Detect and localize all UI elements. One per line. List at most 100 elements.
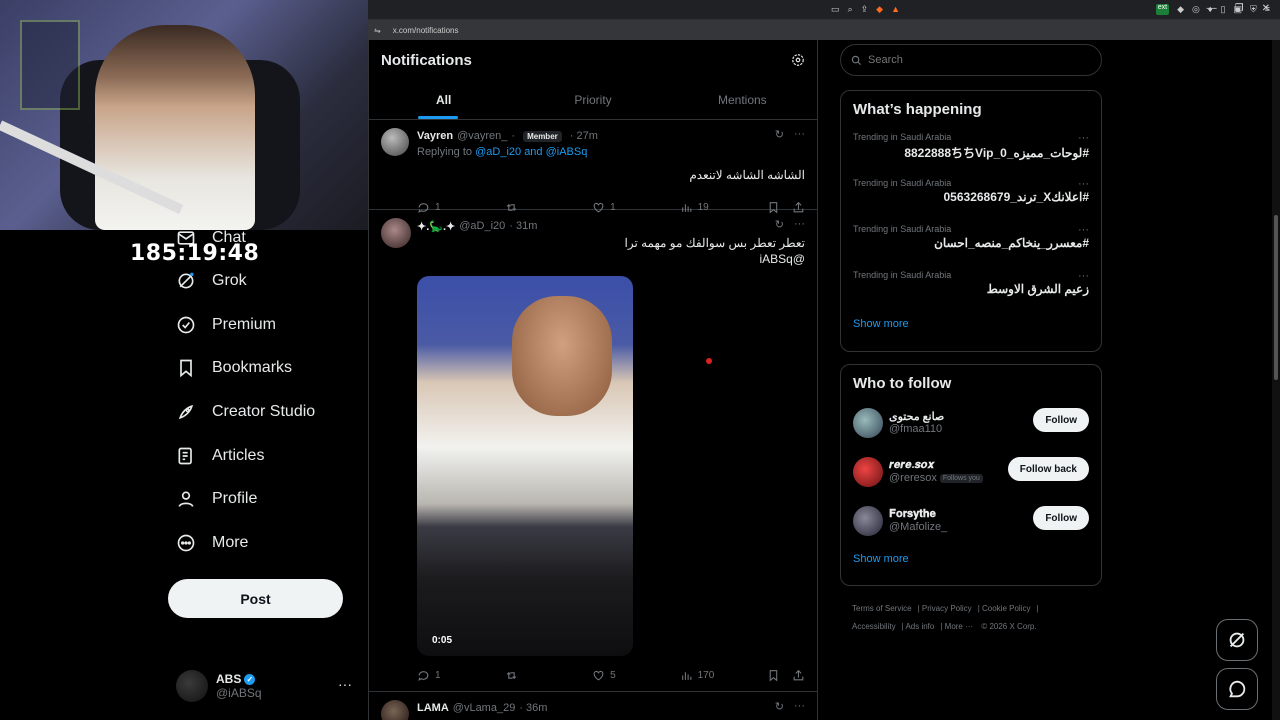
reply-prefix: Replying to: [417, 146, 473, 158]
nav-item-profile[interactable]: Profile: [176, 489, 257, 509]
post-button[interactable]: Post: [168, 579, 343, 618]
nav-item-premium[interactable]: Premium: [176, 315, 276, 335]
wallet-icon[interactable]: ▣: [1233, 4, 1242, 15]
nav-item-grok[interactable]: Grok: [176, 271, 247, 291]
avatar[interactable]: [381, 700, 409, 720]
footer-link[interactable]: Terms of Service: [852, 604, 912, 613]
search-box[interactable]: [840, 44, 1102, 76]
follow-suggestion[interactable]: صانع محتوى @fmaa110 Follow: [853, 398, 1089, 447]
more-options-icon[interactable]: ···: [1078, 224, 1089, 236]
tweet-author-name[interactable]: ✦.🦕.✦: [417, 220, 455, 233]
tweet-author-name[interactable]: Vayren: [417, 130, 453, 142]
trend-item[interactable]: Trending in Saudi Arabia #لوحات_مميزه_88…: [853, 132, 1089, 178]
avatar[interactable]: [381, 128, 409, 156]
retweet-icon: [506, 671, 516, 679]
stream-timer: 185:19:48: [130, 241, 260, 266]
tweet-time[interactable]: · 36m: [519, 702, 547, 714]
wtf-show-more-link[interactable]: Show more: [853, 553, 1089, 565]
trend-item[interactable]: Trending in Saudi Arabia #معسرر_ينخاكم_م…: [853, 224, 1089, 270]
address-bar[interactable]: ⇋ x.com/notifications: [368, 20, 1280, 40]
follow-suggestion[interactable]: 𝐅𝐨𝐫𝐬𝐲𝐭𝐡𝐞 @Mafolize_ Follow: [853, 496, 1089, 545]
brave-shield-icon[interactable]: ◆: [876, 4, 883, 15]
trend-topic: #معسرر_ينخاكم_منصه_احسان: [934, 236, 1089, 250]
tab-priority[interactable]: Priority: [518, 80, 667, 119]
reply-handles[interactable]: @aD_i20 and @iABSq: [475, 146, 587, 158]
views-button[interactable]: 170: [680, 669, 768, 682]
reply-icon: [418, 670, 429, 681]
more-options-icon[interactable]: ···: [1078, 178, 1089, 190]
tweet-author-handle[interactable]: @aD_i20: [459, 220, 505, 232]
bookmark-icon[interactable]: [767, 669, 780, 682]
menu-icon[interactable]: ≡: [1265, 4, 1270, 15]
like-button[interactable]: 5: [592, 669, 680, 682]
share-icon[interactable]: ⇪: [861, 4, 869, 15]
tweet[interactable]: ✦.🦕.✦ @aD_i20 · 31m ↻ ··· تعطر تعطر بس س…: [369, 210, 817, 692]
nav-item-label: More: [212, 534, 249, 551]
tweet-author-handle[interactable]: @vLama_29: [453, 702, 516, 714]
grok-icon[interactable]: ↻: [775, 218, 784, 231]
more-options-icon[interactable]: ···: [1078, 132, 1089, 144]
trends-title: What’s happening: [853, 101, 982, 118]
sidebar-icon[interactable]: ▯: [1221, 4, 1226, 15]
nav-item-articles[interactable]: Articles: [176, 446, 264, 466]
scrollbar-thumb[interactable]: [1274, 215, 1278, 380]
search-input[interactable]: [868, 54, 1010, 66]
account-switcher[interactable]: ABS ✓ @iABSq ···: [176, 668, 356, 704]
grok-icon[interactable]: ↻: [775, 128, 784, 141]
nav-item-creator-studio[interactable]: Creator Studio: [176, 402, 315, 422]
follow-button[interactable]: Follow: [1033, 506, 1089, 530]
footer-link[interactable]: Ads info: [905, 622, 934, 631]
avatar[interactable]: [853, 505, 883, 536]
tweet-time[interactable]: · 31m: [509, 220, 537, 232]
extension-icon[interactable]: ♦: [1208, 4, 1213, 15]
avatar[interactable]: [381, 218, 411, 248]
reply-button[interactable]: 1: [417, 669, 505, 682]
more-options-icon[interactable]: ···: [794, 128, 805, 141]
follow-button[interactable]: Follow: [1033, 408, 1089, 432]
tweet-video[interactable]: 0:05: [417, 276, 633, 656]
more-options-icon[interactable]: ···: [794, 218, 805, 231]
tweet-mention[interactable]: @iABSq: [417, 252, 805, 266]
follow-back-button[interactable]: Follow back: [1007, 457, 1089, 481]
zoom-icon[interactable]: ⌕: [848, 4, 853, 15]
more-options-icon[interactable]: ···: [794, 700, 805, 713]
trend-item[interactable]: Trending in Saudi Arabia #اعلانكX_ترند_0…: [853, 178, 1089, 224]
tweet[interactable]: Vayren @vayren_ · Member · 27m ↻ ··· Rep…: [369, 120, 817, 214]
site-settings-icon[interactable]: ⇋: [374, 26, 381, 35]
trend-item[interactable]: Trending in Saudi Arabia زعيم الشرق الاو…: [853, 270, 1089, 316]
scrollbar[interactable]: [1272, 40, 1280, 720]
rewards-icon[interactable]: ▲: [891, 4, 900, 15]
tweet-actions: 1 5 170: [417, 660, 805, 690]
gear-icon[interactable]: [791, 53, 805, 67]
footer-link[interactable]: Cookie Policy: [982, 604, 1030, 613]
extension-icon[interactable]: ◎: [1192, 4, 1200, 15]
extension-icon[interactable]: ext: [1155, 4, 1170, 15]
footer-link[interactable]: Accessibility: [852, 622, 896, 631]
tab-all[interactable]: All: [369, 80, 518, 119]
grok-icon[interactable]: ↻: [775, 700, 784, 713]
profile-icon: [178, 491, 194, 507]
vpn-icon[interactable]: ⛨: [1250, 4, 1257, 15]
cast-icon[interactable]: ▭: [831, 4, 840, 15]
share-icon[interactable]: [792, 669, 805, 682]
footer-link[interactable]: Privacy Policy: [922, 604, 972, 613]
grok-fab[interactable]: [1216, 619, 1258, 661]
nav-item-more[interactable]: More: [176, 533, 248, 553]
tweet-author-handle[interactable]: @vayren_: [457, 130, 507, 142]
avatar[interactable]: [853, 456, 883, 487]
follow-suggestion[interactable]: 𝒓𝒆𝒓𝒆.𝒔𝒐𝒙 @reresox Follows you Follow back: [853, 447, 1089, 496]
tweet-author-name[interactable]: LAMA: [417, 702, 449, 714]
tab-mentions[interactable]: Mentions: [668, 80, 817, 119]
tweet-time[interactable]: · 27m: [570, 130, 598, 142]
retweet-button[interactable]: [505, 669, 593, 682]
extension-icon[interactable]: ◆: [1177, 4, 1184, 15]
avatar[interactable]: [853, 407, 883, 438]
tweet[interactable]: LAMA @vLama_29 · 36m ↻ ···: [369, 692, 817, 720]
trends-show-more-link[interactable]: Show more: [853, 318, 1089, 330]
messages-fab[interactable]: [1216, 668, 1258, 710]
nav-item-bookmarks[interactable]: Bookmarks: [176, 358, 292, 378]
account-menu-icon[interactable]: ···: [338, 676, 352, 692]
suggestion-name: 𝒓𝒆𝒓𝒆.𝒔𝒐𝒙: [889, 459, 935, 471]
footer-link[interactable]: More ···: [945, 622, 973, 631]
more-options-icon[interactable]: ···: [1078, 270, 1089, 282]
